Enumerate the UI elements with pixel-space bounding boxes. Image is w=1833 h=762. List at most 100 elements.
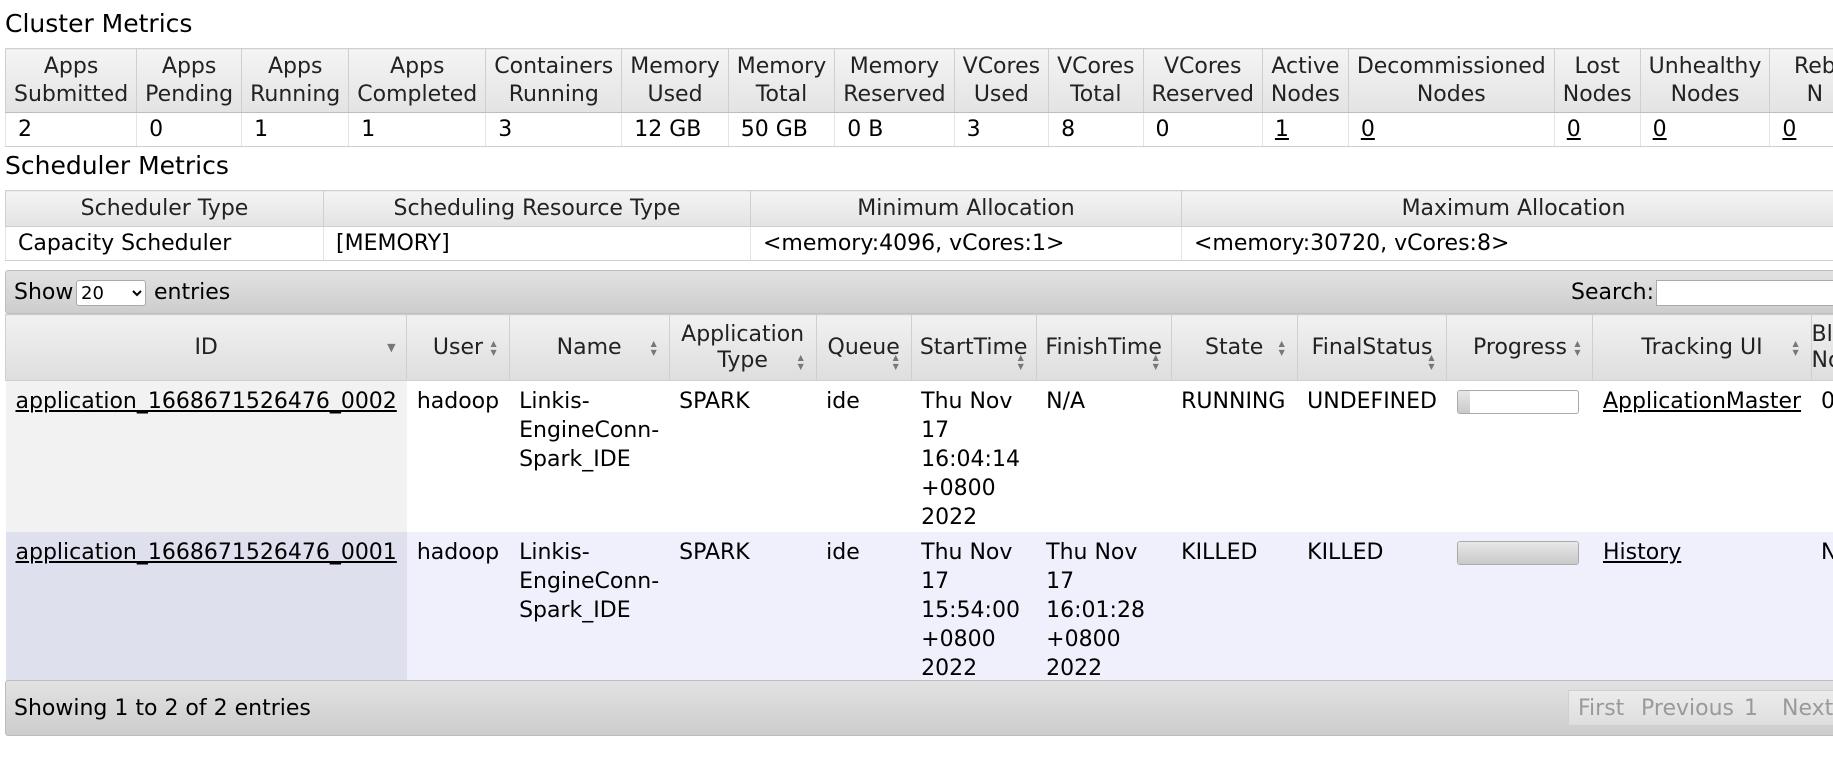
app-finishtime-line: 2022 xyxy=(1046,656,1103,681)
cluster-header-label: Nodes xyxy=(1416,81,1486,107)
app-starttime-line: 15:54:00 xyxy=(921,598,1020,623)
column-header-col9[interactable]: Progress ▲ ▼ xyxy=(1446,314,1594,381)
sort-both-icon: ▲ ▼ xyxy=(892,353,899,371)
column-header-label: FinalStatus xyxy=(1311,334,1433,360)
applications-header-row: ID ▼ User ▲ ▼ Name ▲ ▼ Application Type ▲ ▼ Queue ▲ ▼ S… xyxy=(4,314,1833,381)
page-size-select[interactable]: 20 xyxy=(76,280,146,306)
app-tracking-cell: History xyxy=(1592,532,1812,683)
pagination-next-button[interactable]: Next xyxy=(1782,696,1833,721)
cluster-value: 3 xyxy=(498,117,513,142)
cluster-value-cell: 12 GB xyxy=(621,112,729,147)
cluster-header-label: Nodes xyxy=(1270,81,1340,107)
progress-bar xyxy=(1456,390,1579,414)
column-header-col5[interactable]: StartTime ▲ ▼ xyxy=(910,314,1037,381)
cluster-value-cell: 1 xyxy=(1261,112,1349,147)
entries-label: entries xyxy=(154,280,231,305)
cluster-header-cell: Memory Total xyxy=(727,48,836,113)
cluster-header-cell: Reb N xyxy=(1769,48,1833,113)
sort-both-icon: ▲ ▼ xyxy=(1278,339,1285,357)
app-starttime-line: +0800 xyxy=(921,476,996,501)
column-header-col8[interactable]: FinalStatus ▲ ▼ xyxy=(1296,314,1448,381)
cluster-header-label: Pending xyxy=(145,81,234,107)
cluster-header-cell: VCores Total xyxy=(1048,48,1144,113)
pagination-previous-button[interactable]: Previous xyxy=(1641,696,1734,721)
app-name-line: Linkis- xyxy=(519,540,590,565)
cluster-header-label: Running xyxy=(250,81,341,107)
cluster-header-cell: VCores Used xyxy=(953,48,1050,113)
cluster-value: 2 xyxy=(18,117,32,142)
cluster-value-link[interactable]: 0 xyxy=(1782,117,1796,142)
pagination-page-1[interactable]: 1 xyxy=(1744,696,1758,721)
app-starttime-line: 16:04:14 xyxy=(921,447,1020,472)
cluster-value: 3 xyxy=(966,117,981,142)
cluster-header-label: Used xyxy=(647,81,703,107)
tracking-ui-link[interactable]: ApplicationMaster xyxy=(1603,389,1801,414)
app-starttime-line: 2022 xyxy=(921,505,978,530)
cluster-value-cell: 0 xyxy=(1639,112,1770,147)
column-header-col4[interactable]: Queue ▲ ▼ xyxy=(815,314,912,381)
app-id-cell: application_1668671526476_0001 xyxy=(5,532,407,683)
column-header-col2[interactable]: Name ▲ ▼ xyxy=(508,314,670,381)
cluster-value-cell: 1 xyxy=(241,112,349,147)
cluster-value: 0 xyxy=(1155,117,1170,142)
app-name-line: Spark_IDE xyxy=(519,447,631,472)
column-header-col1[interactable]: User ▲ ▼ xyxy=(406,314,510,381)
column-header-col6[interactable]: FinishTime ▲ ▼ xyxy=(1035,314,1172,381)
cluster-value-link[interactable]: 0 xyxy=(1653,117,1667,142)
cluster-value-link[interactable]: 0 xyxy=(1361,117,1375,142)
application-row: application_1668671526476_0001 hadoop Link… xyxy=(5,532,1833,683)
cluster-value: 0 B xyxy=(847,117,884,142)
app-starttime-line: 17 xyxy=(921,569,950,594)
sort-both-icon: ▲ ▼ xyxy=(797,353,804,371)
column-header-id[interactable]: ID ▼ xyxy=(4,314,408,381)
applications-table: ID ▼ User ▲ ▼ Name ▲ ▼ Application Type ▲ ▼ Queue ▲ ▼ S… xyxy=(4,314,1833,683)
application-row: application_1668671526476_0002 hadoop Link… xyxy=(5,380,1833,532)
sort-both-icon: ▲ ▼ xyxy=(1017,353,1024,371)
cluster-header-label: Reb xyxy=(1793,53,1833,79)
column-header-col10[interactable]: Tracking UI ▲ ▼ xyxy=(1592,314,1812,381)
cluster-header-label: Containers xyxy=(494,53,614,79)
tracking-ui-link[interactable]: History xyxy=(1603,540,1681,565)
app-type-cell: SPARK xyxy=(669,380,817,532)
column-header-label: User xyxy=(432,334,484,360)
cluster-value-cell: 50 GB xyxy=(727,112,835,147)
cluster-value-link[interactable]: 1 xyxy=(1275,117,1289,142)
app-starttime-cell: Thu Nov 17 15:54:00 +0800 2022 xyxy=(911,532,1037,683)
cluster-header-cell: Unhealthy Nodes xyxy=(1639,48,1771,113)
cluster-value-cell: 0 xyxy=(136,112,242,147)
sort-descending-icon: ▼ xyxy=(387,341,396,354)
cluster-metrics-header-row: Apps Submitted Apps Pending Apps Running Apps C… xyxy=(4,48,1833,113)
app-progress-cell xyxy=(1446,532,1593,683)
app-finishtime-line: 17 xyxy=(1046,569,1075,594)
column-header-col11[interactable]: BlackNoc xyxy=(1810,314,1833,381)
sort-both-icon: ▲ ▼ xyxy=(1428,353,1435,371)
search-input[interactable] xyxy=(1656,280,1833,306)
cluster-header-cell: Lost Nodes xyxy=(1553,48,1641,113)
cluster-header-cell: Apps Pending xyxy=(136,48,243,113)
app-starttime-line: +0800 xyxy=(921,627,996,652)
table-toolbar: Show 20 entries Search: xyxy=(5,270,1833,314)
cluster-value: 12 GB xyxy=(634,117,702,142)
app-id-link[interactable]: application_1668671526476_0001 xyxy=(16,540,397,565)
app-id-link[interactable]: application_1668671526476_0002 xyxy=(16,389,397,414)
scheduler-value-cell: [MEMORY] xyxy=(323,226,751,261)
app-progress-cell xyxy=(1446,380,1593,532)
scheduler-metrics-title: Scheduler Metrics xyxy=(5,151,229,180)
app-name-cell: Linkis- EngineConn- Spark_IDE xyxy=(509,532,670,683)
app-finishtime-line: N/A xyxy=(1046,389,1086,414)
app-name-cell: Linkis- EngineConn- Spark_IDE xyxy=(509,380,670,532)
column-header-col3[interactable]: Application Type ▲ ▼ xyxy=(668,314,817,381)
app-queue-cell: ide xyxy=(816,380,912,532)
cluster-value-cell: 0 xyxy=(1553,112,1641,147)
cluster-value-link[interactable]: 0 xyxy=(1567,117,1581,142)
column-header-label: Progress xyxy=(1473,334,1567,360)
app-starttime-line: 2022 xyxy=(921,656,978,681)
cluster-header-label: VCores xyxy=(962,53,1041,79)
cluster-value-cell: 3 xyxy=(953,112,1049,147)
scheduler-value-cell: <memory:4096, vCores:1> xyxy=(750,226,1182,261)
cluster-header-label: Nodes xyxy=(1670,81,1740,107)
column-header-col7[interactable]: State ▲ ▼ xyxy=(1170,314,1298,381)
app-starttime-line: Thu Nov xyxy=(921,540,1013,565)
pagination-first-button[interactable]: First xyxy=(1578,696,1624,721)
cluster-value-cell: 2 xyxy=(4,112,137,147)
